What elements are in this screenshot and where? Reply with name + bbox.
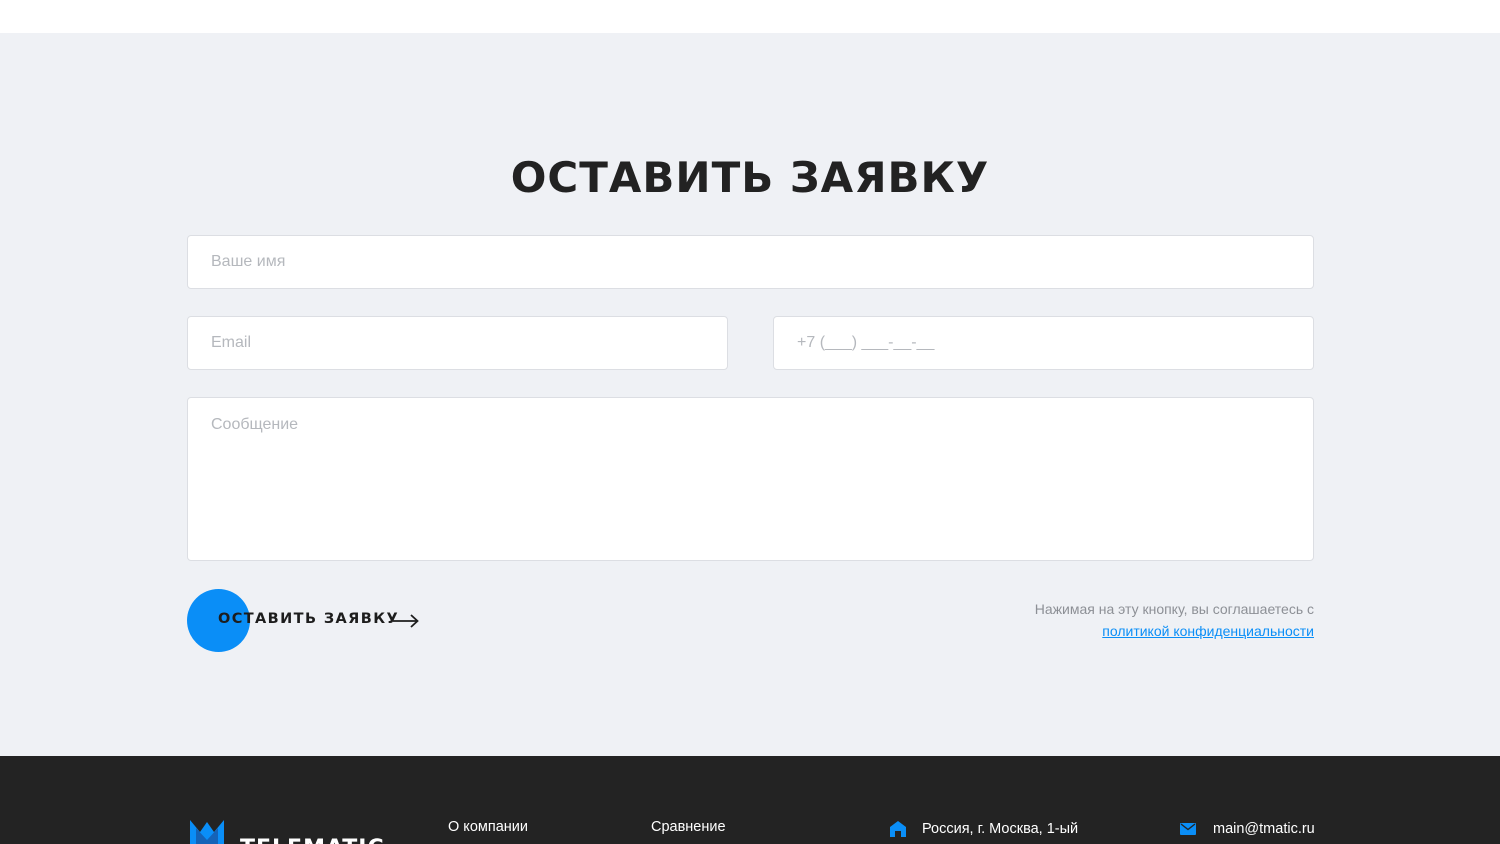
request-form-section: ОСТАВИТЬ ЗАЯВКУ ОСТАВИТЬ ЗАЯВКУ Нажимая … [0,33,1500,756]
submit-label: ОСТАВИТЬ ЗАЯВКУ [218,611,400,627]
footer-link-about[interactable]: О компании [448,819,528,835]
submit-button[interactable]: ОСТАВИТЬ ЗАЯВКУ [187,589,427,653]
phone-input[interactable] [773,316,1314,370]
privacy-policy-link[interactable]: политикой конфиденциальности [1102,623,1314,639]
crown-logo-icon [190,820,224,844]
top-bar [0,0,1500,33]
message-textarea[interactable] [187,397,1314,561]
home-icon [890,821,906,837]
consent-text: Нажимая на эту кнопку, вы соглашаетесь с [1034,601,1314,617]
footer-link-compare[interactable]: Сравнение [651,819,726,835]
mail-icon [1180,823,1196,835]
consent-note: Нажимая на эту кнопку, вы соглашаетесь с… [1035,598,1314,642]
form-title: ОСТАВИТЬ ЗАЯВКУ [510,153,990,202]
logo-text: TELEMATIC [240,836,385,844]
arrow-right-icon [393,614,419,628]
name-input[interactable] [187,235,1314,289]
footer: TELEMATIC О компании Сравнение Россия, г… [0,756,1500,844]
footer-email-link[interactable]: main@tmatic.ru [1213,821,1315,837]
footer-address: Россия, г. Москва, 1-ый [922,821,1079,837]
email-input[interactable] [187,316,728,370]
